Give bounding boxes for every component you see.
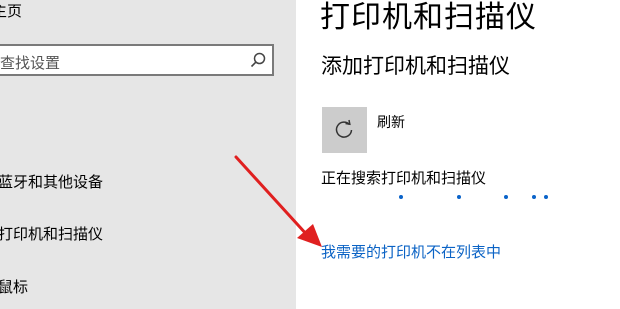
progress-dot [532, 195, 536, 199]
progress-dot [399, 195, 403, 199]
search-placeholder: 查找设置 [0, 54, 61, 72]
refresh-label: 刷新 [377, 115, 405, 131]
sidebar-item-printers[interactable]: 打印机和扫描仪 [0, 223, 103, 244]
progress-dot [504, 195, 508, 199]
sidebar-item-bluetooth[interactable]: 蓝牙和其他设备 [0, 171, 103, 192]
sidebar-item-home[interactable]: 主页 [0, 0, 22, 21]
refresh-button[interactable] [322, 107, 367, 153]
page-title: 打印机和扫描仪 [320, 0, 537, 35]
search-input[interactable]: 查找设置 [0, 44, 274, 76]
printer-not-listed-link[interactable]: 我需要的打印机不在列表中 [321, 241, 501, 262]
progress-dot [544, 195, 548, 199]
search-icon[interactable] [250, 52, 266, 68]
sidebar: 主页 查找设置 蓝牙和其他设备 打印机和扫描仪 鼠标 [0, 0, 296, 309]
refresh-icon [333, 119, 355, 141]
progress-dot [457, 195, 461, 199]
section-title: 添加打印机和扫描仪 [321, 54, 510, 78]
searching-status: 正在搜索打印机和扫描仪 [321, 169, 487, 187]
sidebar-item-mouse[interactable]: 鼠标 [0, 276, 28, 297]
